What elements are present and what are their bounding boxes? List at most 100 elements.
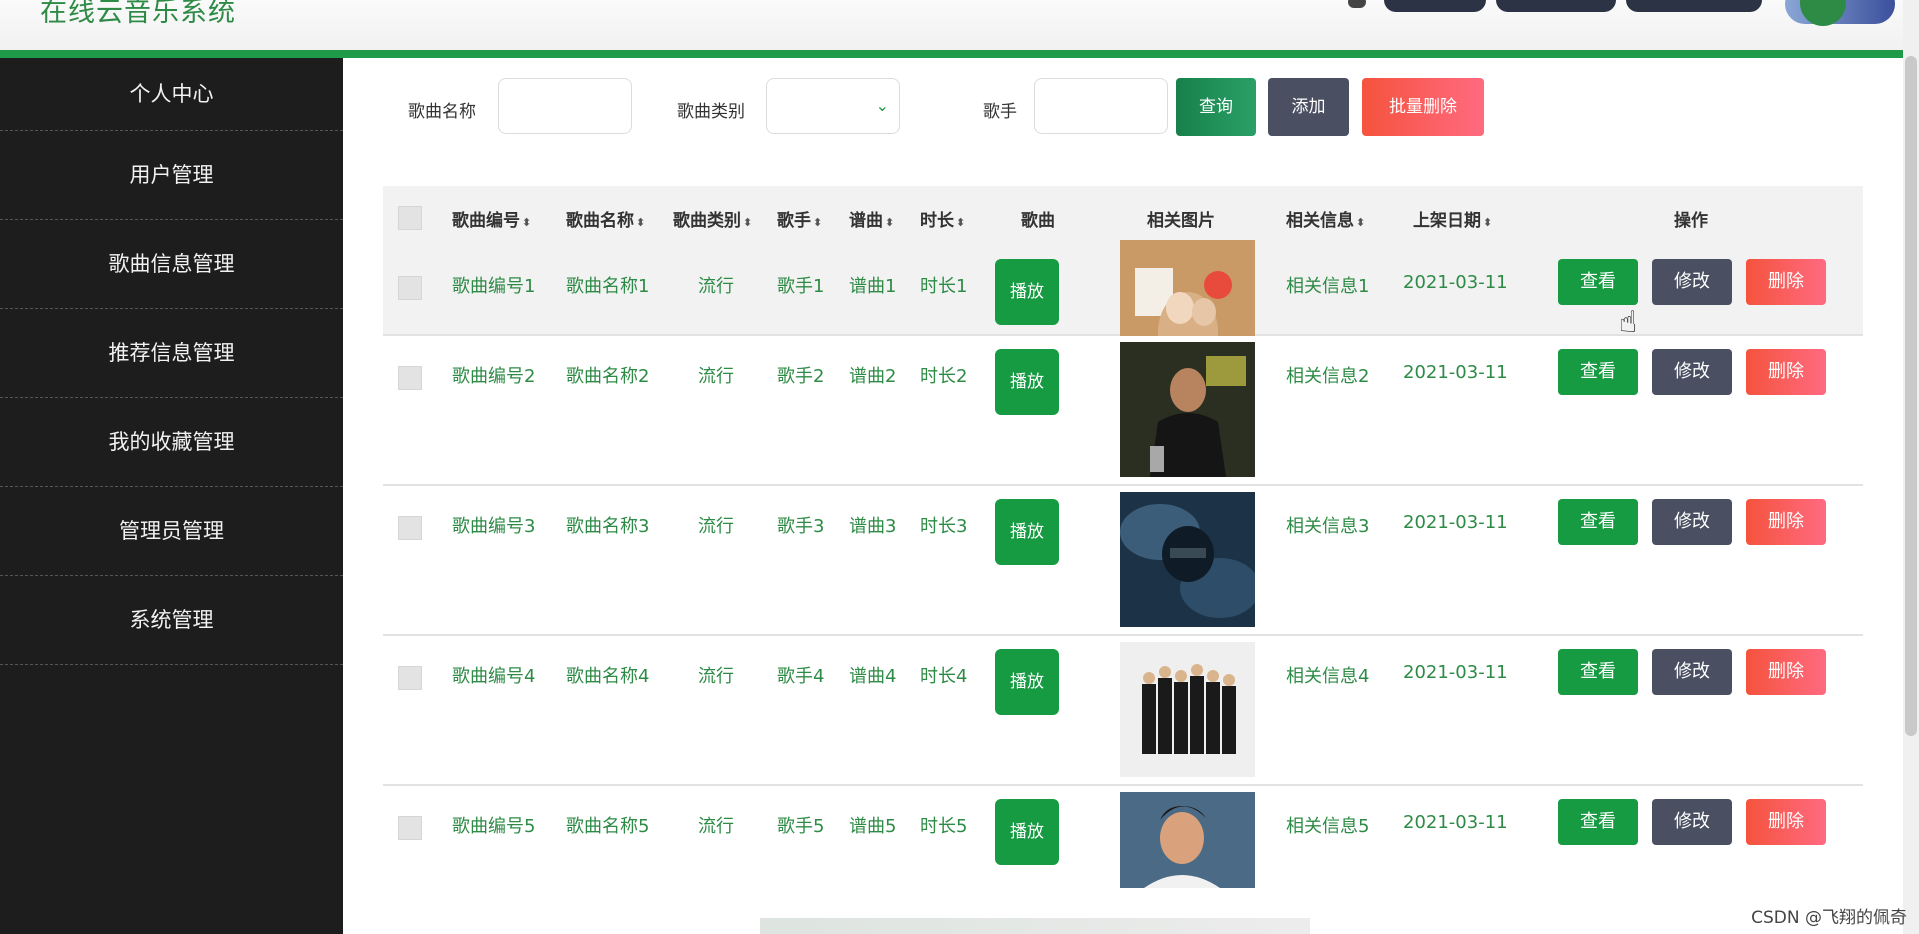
col-singer[interactable]: 歌手 ⬍ [777, 206, 822, 231]
composer: 谱曲4 [849, 666, 897, 687]
scrollbar-thumb[interactable] [1905, 56, 1917, 736]
vertical-scrollbar[interactable] [1903, 0, 1919, 934]
col-song: 歌曲 [1021, 211, 1055, 231]
song-name: 歌曲名称1 [566, 276, 650, 297]
related-info: 相关信息3 [1286, 516, 1370, 537]
song-name-input[interactable] [498, 78, 632, 134]
song-type: 流行 [698, 816, 734, 837]
singer-label: 歌手 [983, 102, 1017, 122]
play-button[interactable]: 播放 [995, 649, 1059, 715]
sort-icon[interactable]: ⬍ [522, 216, 531, 229]
table-row: 歌曲编号3 歌曲名称3 流行 歌手3 谱曲3 时长3 播放 相关信息3 2021… [383, 486, 1863, 636]
delete-button[interactable]: 删除 [1746, 499, 1826, 545]
edit-button[interactable]: 修改 [1652, 259, 1732, 305]
song-id: 歌曲编号5 [452, 816, 536, 837]
song-type: 流行 [698, 366, 734, 387]
app-title: 在线云音乐系统 [40, 0, 236, 28]
sort-icon[interactable]: ⬍ [1356, 216, 1365, 229]
photo-icon [1120, 792, 1255, 888]
pointer-cursor-icon: ☝ [1619, 305, 1638, 340]
row-checkbox[interactable] [398, 516, 422, 540]
singer: 歌手5 [777, 816, 825, 837]
edit-button[interactable]: 修改 [1652, 799, 1732, 845]
song-name: 歌曲名称3 [566, 516, 650, 537]
delete-button[interactable]: 删除 [1746, 799, 1826, 845]
play-button[interactable]: 播放 [995, 499, 1059, 565]
query-button[interactable]: 查询 [1176, 78, 1256, 136]
duration: 时长5 [920, 816, 968, 837]
delete-button[interactable]: 删除 [1746, 349, 1826, 395]
edit-button[interactable]: 修改 [1652, 649, 1732, 695]
singer-input[interactable] [1034, 78, 1168, 134]
sidebar-item-user-management[interactable]: 用户管理 [0, 131, 343, 220]
composer: 谱曲2 [849, 366, 897, 387]
song-type: 流行 [698, 666, 734, 687]
sidebar-item-admin-management[interactable]: 管理员管理 [0, 487, 343, 576]
play-button[interactable]: 播放 [995, 799, 1059, 865]
view-button[interactable]: 查看 [1558, 499, 1638, 545]
duration: 时长1 [920, 276, 968, 297]
chevron-down-icon: ⌄ [875, 96, 889, 115]
row-checkbox[interactable] [398, 666, 422, 690]
view-button[interactable]: 查看 [1558, 799, 1638, 845]
singer: 歌手4 [777, 666, 825, 687]
sort-icon[interactable]: ⬍ [885, 216, 894, 229]
col-actions: 操作 [1674, 211, 1708, 231]
delete-button[interactable]: 删除 [1746, 259, 1826, 305]
col-song-type[interactable]: 歌曲类别 ⬍ [673, 206, 752, 231]
photo-icon [1120, 492, 1255, 627]
table-row: 歌曲编号4 歌曲名称4 流行 歌手4 谱曲4 时长4 播放 相关信息4 2021… [383, 636, 1863, 786]
release-date: 2021-03-11 [1403, 662, 1508, 683]
col-related-image: 相关图片 [1147, 211, 1215, 231]
row-checkbox[interactable] [398, 366, 422, 390]
col-song-name[interactable]: 歌曲名称 ⬍ [566, 206, 645, 231]
release-date: 2021-03-11 [1403, 812, 1508, 833]
sidebar-item-recommend-management[interactable]: 推荐信息管理 [0, 309, 343, 398]
song-id: 歌曲编号1 [452, 276, 536, 297]
sidebar-item-song-info-management[interactable]: 歌曲信息管理 [0, 220, 343, 309]
sidebar-item-personal-center[interactable]: 个人中心 [0, 58, 343, 131]
row-checkbox[interactable] [398, 276, 422, 300]
header-button-2[interactable] [1496, 0, 1616, 12]
song-name: 歌曲名称5 [566, 816, 650, 837]
song-type-select[interactable]: ⌄ [766, 78, 900, 134]
sort-icon[interactable]: ⬍ [1483, 216, 1492, 229]
song-id: 歌曲编号4 [452, 666, 536, 687]
batch-delete-button[interactable]: 批量删除 [1362, 78, 1484, 136]
release-date: 2021-03-11 [1403, 272, 1508, 293]
delete-button[interactable]: 删除 [1746, 649, 1826, 695]
overlay-blur [760, 918, 1310, 934]
header-button-3[interactable] [1626, 0, 1762, 12]
sort-icon[interactable]: ⬍ [956, 216, 965, 229]
duration: 时长4 [920, 666, 968, 687]
view-button[interactable]: 查看 [1558, 259, 1638, 305]
related-info: 相关信息5 [1286, 816, 1370, 837]
sort-icon[interactable]: ⬍ [743, 216, 752, 229]
edit-button[interactable]: 修改 [1652, 499, 1732, 545]
composer: 谱曲5 [849, 816, 897, 837]
col-composer[interactable]: 谱曲 ⬍ [849, 206, 894, 231]
sort-icon[interactable]: ⬍ [813, 216, 822, 229]
edit-button[interactable]: 修改 [1652, 349, 1732, 395]
table-header: 歌曲编号 ⬍ 歌曲名称 ⬍ 歌曲类别 ⬍ 歌手 ⬍ 谱曲 ⬍ 时长 ⬍ 歌曲 相关图片 相关… [383, 186, 1863, 246]
select-all-checkbox[interactable] [398, 206, 422, 230]
col-release-date[interactable]: 上架日期 ⬍ [1413, 206, 1492, 231]
col-related-info[interactable]: 相关信息 ⬍ [1286, 206, 1365, 231]
view-button[interactable]: 查看 [1558, 349, 1638, 395]
play-button[interactable]: 播放 [995, 259, 1059, 325]
sidebar-item-favorites-management[interactable]: 我的收藏管理 [0, 398, 343, 487]
sidebar-item-system-management[interactable]: 系统管理 [0, 576, 343, 665]
play-button[interactable]: 播放 [995, 349, 1059, 415]
col-song-id[interactable]: 歌曲编号 ⬍ [452, 206, 531, 231]
view-button[interactable]: 查看 [1558, 649, 1638, 695]
table-row: 歌曲编号2 歌曲名称2 流行 歌手2 谱曲2 时长2 播放 相关信息2 2021… [383, 336, 1863, 486]
table-row: 歌曲编号5 歌曲名称5 流行 歌手5 谱曲5 时长5 播放 相关信息5 2021… [383, 786, 1863, 934]
sort-icon[interactable]: ⬍ [636, 216, 645, 229]
add-button[interactable]: 添加 [1268, 78, 1349, 136]
header-button-1[interactable] [1384, 0, 1486, 12]
duration: 时长2 [920, 366, 968, 387]
col-duration[interactable]: 时长 ⬍ [920, 206, 965, 231]
sidebar: 个人中心 用户管理 歌曲信息管理 推荐信息管理 我的收藏管理 管理员管理 系统管… [0, 58, 343, 934]
photo-icon [1120, 642, 1255, 777]
row-checkbox[interactable] [398, 816, 422, 840]
